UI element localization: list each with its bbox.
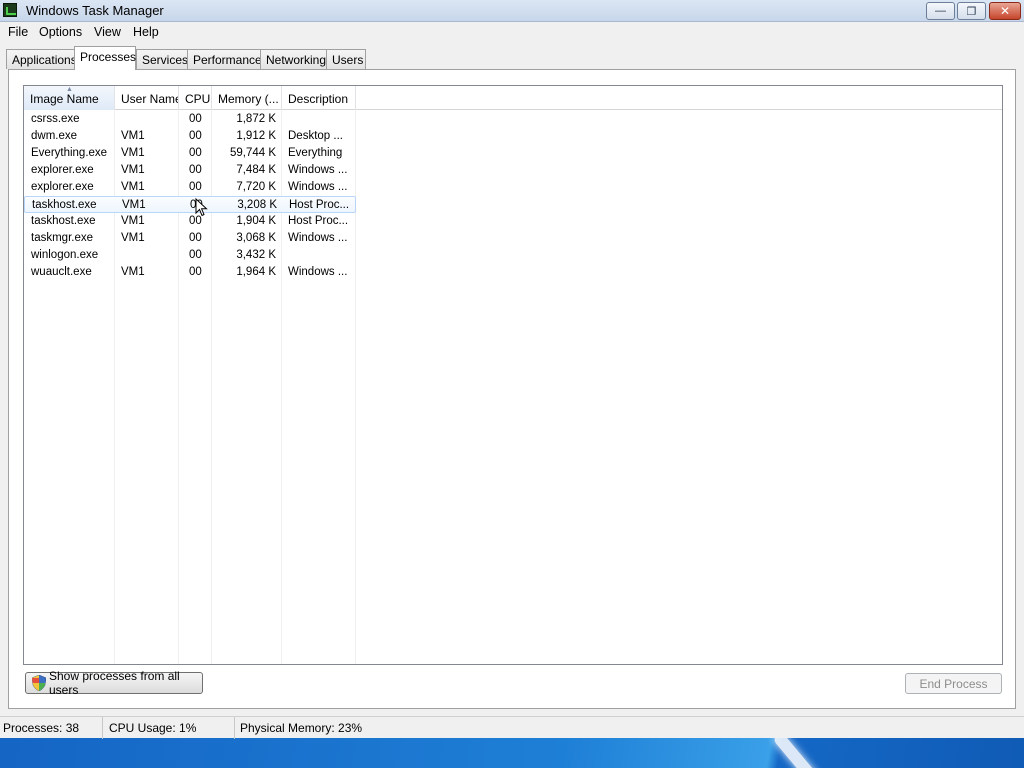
cell-memory: 3,068 K [236, 232, 276, 244]
cell-user-name: VM1 [121, 147, 145, 159]
cell-image-name: taskhost.exe [32, 199, 97, 211]
cell-image-name: csrss.exe [31, 113, 80, 125]
cell-image-name: Everything.exe [31, 147, 108, 159]
column-cpu[interactable]: CPU [179, 86, 212, 110]
menu-options[interactable]: Options [39, 25, 82, 39]
maximize-button[interactable]: ❐ [957, 2, 986, 20]
cell-image-name: explorer.exe [31, 164, 94, 176]
tab-processes[interactable]: Processes [74, 46, 136, 70]
show-all-label: Show processes from all users [49, 669, 180, 697]
cell-memory: 1,904 K [236, 215, 276, 227]
cell-description: Everything [288, 147, 343, 159]
tab-networking[interactable]: Networking [260, 49, 327, 69]
menu-file[interactable]: File [8, 25, 28, 39]
cell-cpu: 00 [189, 181, 202, 193]
menu-help[interactable]: Help [133, 25, 159, 39]
table-row[interactable]: taskhost.exe VM1 00 1,904 K Host Proc... [24, 213, 356, 230]
minimize-button[interactable]: — [926, 2, 955, 20]
cell-image-name: dwm.exe [31, 130, 78, 142]
mouse-cursor-icon [195, 197, 209, 218]
window-title: Windows Task Manager [26, 3, 164, 18]
column-user-name[interactable]: User Name [115, 86, 179, 110]
tab-users[interactable]: Users [326, 49, 366, 69]
table-row[interactable]: dwm.exe VM1 00 1,912 K Desktop ... [24, 128, 356, 145]
cell-user-name: VM1 [121, 181, 145, 193]
tab-applications[interactable]: Applications [6, 49, 77, 69]
cell-image-name: winlogon.exe [31, 249, 99, 261]
cell-memory: 7,484 K [236, 164, 276, 176]
table-row[interactable]: taskhost.exeVM1003,208 KHost Proc... [24, 196, 356, 213]
cell-description: Windows ... [288, 266, 348, 278]
column-image-name[interactable]: ▲ Image Name [24, 86, 115, 110]
column-description[interactable]: Description [282, 86, 356, 110]
status-physical-memory: Physical Memory: 23% [240, 721, 363, 735]
status-cpu-usage: CPU Usage: 1% [106, 717, 235, 739]
table-row[interactable]: explorer.exe VM1 00 7,484 K Windows ... [24, 162, 356, 179]
task-manager-icon [3, 3, 17, 17]
cell-cpu: 00 [189, 164, 202, 176]
table-row[interactable]: explorer.exe VM1 00 7,720 K Windows ... [24, 179, 356, 196]
table-row[interactable]: wuauclt.exe VM1 00 1,964 K Windows ... [24, 264, 356, 281]
table-row[interactable]: Everything.exe VM1 00 59,744 K Everything [24, 145, 356, 162]
status-bar: Processes: 38 CPU Usage: 1% Physical Mem… [0, 716, 1024, 739]
sort-arrow-icon: ▲ [66, 86, 73, 93]
menu-bar: File Options View Help [0, 22, 1024, 42]
cell-memory: 3,432 K [236, 249, 276, 261]
cell-cpu: 00 [189, 266, 202, 278]
cell-description: Desktop ... [288, 130, 343, 142]
cell-memory: 1,912 K [236, 130, 276, 142]
cell-memory: 3,208 K [237, 199, 277, 211]
cell-image-name: wuauclt.exe [31, 266, 92, 278]
table-row[interactable]: taskmgr.exe VM1 00 3,068 K Windows ... [24, 230, 356, 247]
cell-description: Host Proc... [289, 199, 350, 211]
end-process-button[interactable]: End Process [905, 673, 1002, 694]
column-label: Image Name [30, 92, 99, 106]
cell-cpu: 00 [189, 130, 202, 142]
tab-services[interactable]: Services [136, 49, 188, 69]
show-all-processes-button[interactable]: Show processes from all users [25, 669, 203, 697]
cell-description: Host Proc... [288, 215, 349, 227]
cell-memory: 59,744 K [229, 147, 276, 159]
cell-memory: 7,720 K [236, 181, 276, 193]
cell-cpu: 00 [189, 232, 202, 244]
tab-performance[interactable]: Performance [187, 49, 262, 69]
cell-cpu: 00 [189, 113, 202, 125]
cell-user-name: VM1 [121, 215, 145, 227]
status-processes: Processes: 38 [0, 717, 103, 739]
cell-user-name: VM1 [121, 232, 145, 244]
column-memory[interactable]: Memory (... [212, 86, 282, 110]
cell-memory: 1,964 K [236, 266, 276, 278]
cell-cpu: 00 [189, 249, 202, 261]
menu-view[interactable]: View [94, 25, 121, 39]
cell-user-name: VM1 [121, 266, 145, 278]
cell-memory: 1,872 K [236, 113, 276, 125]
list-header: ▲ Image Name User Name CPU Memory (... D… [24, 86, 1002, 110]
cell-user-name: VM1 [121, 130, 145, 142]
cell-image-name: taskhost.exe [31, 215, 96, 227]
table-row[interactable]: csrss.exe 00 1,872 K [24, 111, 356, 128]
title-bar[interactable]: Windows Task Manager — ❐ ✕ [0, 0, 1024, 22]
desktop-background [0, 738, 1024, 768]
close-button[interactable]: ✕ [989, 2, 1021, 20]
cell-image-name: taskmgr.exe [31, 232, 93, 244]
cell-user-name: VM1 [122, 199, 146, 211]
uac-shield-icon [32, 675, 46, 691]
task-manager-window: Windows Task Manager — ❐ ✕ File Options … [0, 0, 1024, 739]
desktop-light-streak [772, 738, 820, 768]
cell-description: Windows ... [288, 181, 348, 193]
cell-description: Windows ... [288, 164, 348, 176]
cell-description: Windows ... [288, 232, 348, 244]
process-list[interactable]: ▲ Image Name User Name CPU Memory (... D… [23, 85, 1003, 665]
cell-user-name: VM1 [121, 164, 145, 176]
table-row[interactable]: winlogon.exe 00 3,432 K [24, 247, 356, 264]
cell-image-name: explorer.exe [31, 181, 94, 193]
cell-cpu: 00 [189, 147, 202, 159]
